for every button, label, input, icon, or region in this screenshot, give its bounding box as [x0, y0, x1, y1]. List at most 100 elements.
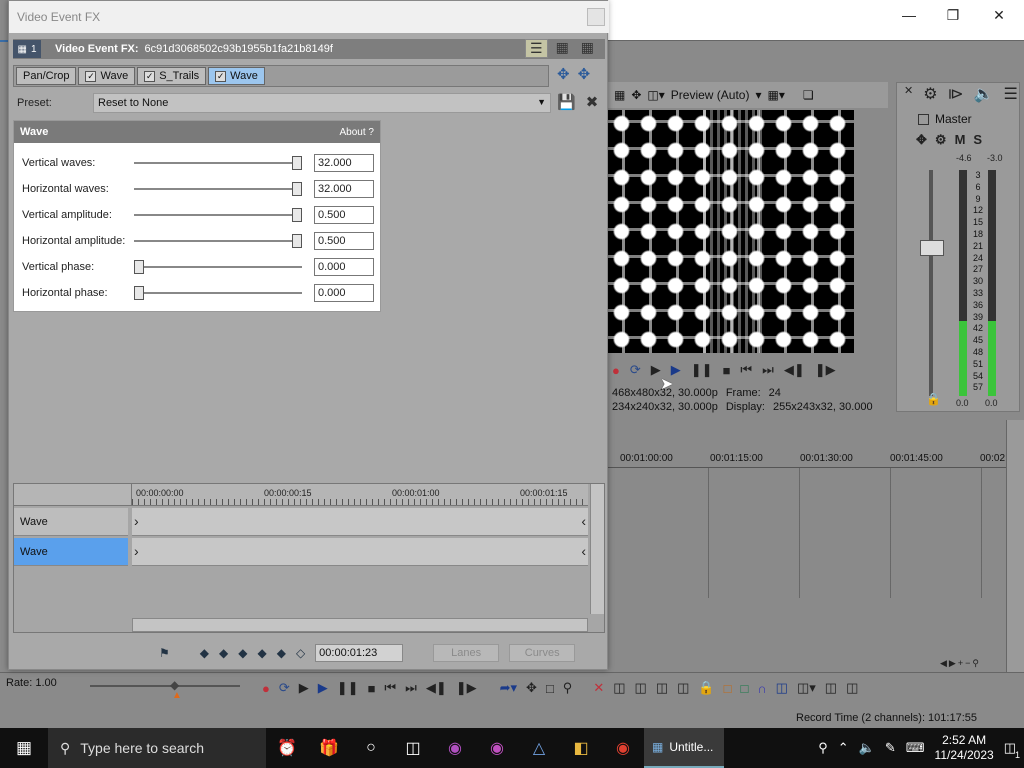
- zoom-out-icon[interactable]: −: [965, 658, 970, 672]
- previous-keyframe-icon[interactable]: ◆: [219, 646, 228, 660]
- app-icon[interactable]: ◉: [434, 728, 476, 768]
- zoom-tool-icon[interactable]: ⚲: [563, 680, 573, 696]
- 3d-app-icon[interactable]: △: [518, 728, 560, 768]
- fx-chain-chip[interactable]: ✓ Wave: [78, 67, 136, 85]
- lock-envelopes-icon[interactable]: ◫: [825, 680, 837, 696]
- grid-overlay-icon[interactable]: ▦▾: [768, 88, 785, 102]
- solo-button[interactable]: S: [973, 132, 982, 148]
- keyframe-ruler[interactable]: 00:00:00:00 00:00:00:15 00:00:01:00 00:0…: [132, 484, 588, 506]
- loop-icon[interactable]: ⟳: [279, 680, 290, 696]
- checkbox-icon[interactable]: ✓: [85, 70, 97, 82]
- pen-icon[interactable]: ✎: [885, 740, 896, 756]
- grid-view-icon[interactable]: ▦: [552, 39, 573, 58]
- dialog-titlebar[interactable]: Video Event FX: [9, 1, 609, 33]
- go-to-start-icon[interactable]: ⏮: [740, 362, 752, 378]
- slider-thumb[interactable]: [292, 234, 302, 248]
- fx-chain-chip[interactable]: ✓ Wave: [208, 67, 265, 85]
- keyframe-vertical-scrollbar[interactable]: [590, 484, 604, 614]
- param-value-field[interactable]: 0.000: [314, 284, 374, 302]
- record-icon[interactable]: ●: [262, 681, 270, 696]
- bus-icon[interactable]: ⧐: [948, 84, 964, 104]
- stop-icon[interactable]: ■: [368, 681, 376, 696]
- slider-thumb[interactable]: [292, 182, 302, 196]
- preset-dropdown[interactable]: Reset to None ▼: [93, 93, 551, 113]
- mixer-icon[interactable]: ☰: [1003, 84, 1017, 104]
- previous-frame-icon[interactable]: ◀❚: [426, 680, 447, 696]
- plug-in-chain-icon[interactable]: ✥: [557, 65, 570, 83]
- add-keyframe-icon[interactable]: ◆: [277, 646, 286, 660]
- keyframe-marker-icon[interactable]: ‹: [581, 513, 586, 529]
- selection-tool-icon[interactable]: □: [546, 681, 554, 696]
- play-icon[interactable]: ▶: [318, 680, 328, 696]
- keyframe-lane[interactable]: › ‹: [132, 508, 588, 536]
- chrome-icon[interactable]: ◉: [602, 728, 644, 768]
- delete-icon[interactable]: ✕: [593, 680, 604, 696]
- preview-settings-icon[interactable]: ▦: [614, 88, 625, 102]
- curves-button[interactable]: Curves: [509, 644, 576, 662]
- list-view-icon[interactable]: ☰: [525, 39, 548, 58]
- slider-thumb[interactable]: [292, 208, 302, 222]
- play-from-start-icon[interactable]: ▶: [299, 680, 309, 696]
- timeline-tracks[interactable]: [618, 468, 1008, 598]
- slider-thumb[interactable]: [134, 260, 144, 274]
- next-keyframe-icon[interactable]: ◆: [238, 646, 247, 660]
- mute-button[interactable]: M: [955, 132, 966, 148]
- save-preset-icon[interactable]: 💾: [557, 93, 576, 111]
- split-icon[interactable]: ◫: [677, 680, 689, 696]
- preview-quality-dropdown[interactable]: Preview (Auto): [671, 88, 750, 102]
- speaker-icon[interactable]: 🔈: [974, 84, 994, 104]
- magnify-icon[interactable]: ⚲: [972, 658, 979, 672]
- task-view-icon[interactable]: ◫: [392, 728, 434, 768]
- minimize-button[interactable]: —: [886, 0, 932, 30]
- next-frame-icon[interactable]: ❚▶: [456, 680, 477, 696]
- lock-icon[interactable]: 🔒: [926, 392, 941, 406]
- clock[interactable]: 2:52 AM 11/24/2023: [935, 733, 994, 763]
- file-explorer-icon[interactable]: ◧: [560, 728, 602, 768]
- volume-muted-icon[interactable]: 🔈: [859, 740, 875, 756]
- keyframe-time-field[interactable]: 00:00:01:23: [315, 644, 404, 662]
- pause-icon[interactable]: ❚❚: [337, 680, 359, 696]
- trim-icon[interactable]: ◫: [613, 680, 625, 696]
- notification-icon[interactable]: ◫ 1: [1004, 740, 1020, 760]
- marker-icon[interactable]: □: [724, 681, 732, 696]
- record-icon[interactable]: ●: [612, 363, 620, 378]
- gift-app-icon[interactable]: 🎁: [308, 728, 350, 768]
- taskbar-vegas-app[interactable]: ▦ Untitle...: [644, 728, 724, 768]
- param-slider[interactable]: [134, 156, 302, 170]
- volume-fader[interactable]: [920, 240, 944, 256]
- slider-thumb[interactable]: [134, 286, 144, 300]
- dialog-close-button[interactable]: [587, 8, 605, 26]
- keyframe-marker-icon[interactable]: ‹: [581, 543, 586, 559]
- slider-thumb[interactable]: [292, 156, 302, 170]
- keyframe-marker-icon[interactable]: ›: [134, 543, 139, 559]
- last-keyframe-icon[interactable]: ◆: [257, 646, 266, 660]
- settings-icon[interactable]: ⚙: [935, 132, 947, 148]
- keyframe-row-label[interactable]: Wave: [14, 538, 128, 566]
- app-icon[interactable]: ◉: [476, 728, 518, 768]
- normal-edit-tool-icon[interactable]: ➦▾: [500, 680, 517, 696]
- scroll-right-icon[interactable]: ▶: [949, 658, 956, 672]
- param-value-field[interactable]: 0.000: [314, 258, 374, 276]
- cortana-icon[interactable]: ○: [350, 728, 392, 768]
- chevron-up-icon[interactable]: ⌃: [838, 740, 849, 756]
- auto-ripple-icon[interactable]: ◫▾: [797, 680, 816, 696]
- trim-start-icon[interactable]: ◫: [635, 680, 647, 696]
- move-icon[interactable]: ✥: [631, 88, 641, 102]
- fx-chain-chip[interactable]: Pan/Crop: [16, 67, 77, 85]
- region-icon[interactable]: □: [740, 681, 748, 696]
- go-to-end-icon[interactable]: ⏭: [762, 362, 774, 378]
- param-slider[interactable]: [134, 208, 302, 222]
- scroll-left-icon[interactable]: ◀: [940, 658, 947, 672]
- param-value-field[interactable]: 0.500: [314, 206, 374, 224]
- remove-plugin-icon[interactable]: ✥: [578, 65, 591, 83]
- trim-end-icon[interactable]: ◫: [656, 680, 668, 696]
- keyframe-horizontal-scrollbar[interactable]: [132, 618, 588, 632]
- delete-preset-icon[interactable]: ✖: [586, 93, 599, 111]
- close-button[interactable]: ✕: [976, 0, 1022, 30]
- gear-icon[interactable]: ⚙: [923, 84, 937, 104]
- close-icon[interactable]: ✕: [904, 84, 913, 104]
- keyframe-lane[interactable]: › ‹: [132, 538, 588, 566]
- start-button[interactable]: ▦: [0, 728, 48, 768]
- split-screen-icon[interactable]: ◫▾: [647, 88, 664, 102]
- rate-slider[interactable]: [90, 685, 240, 687]
